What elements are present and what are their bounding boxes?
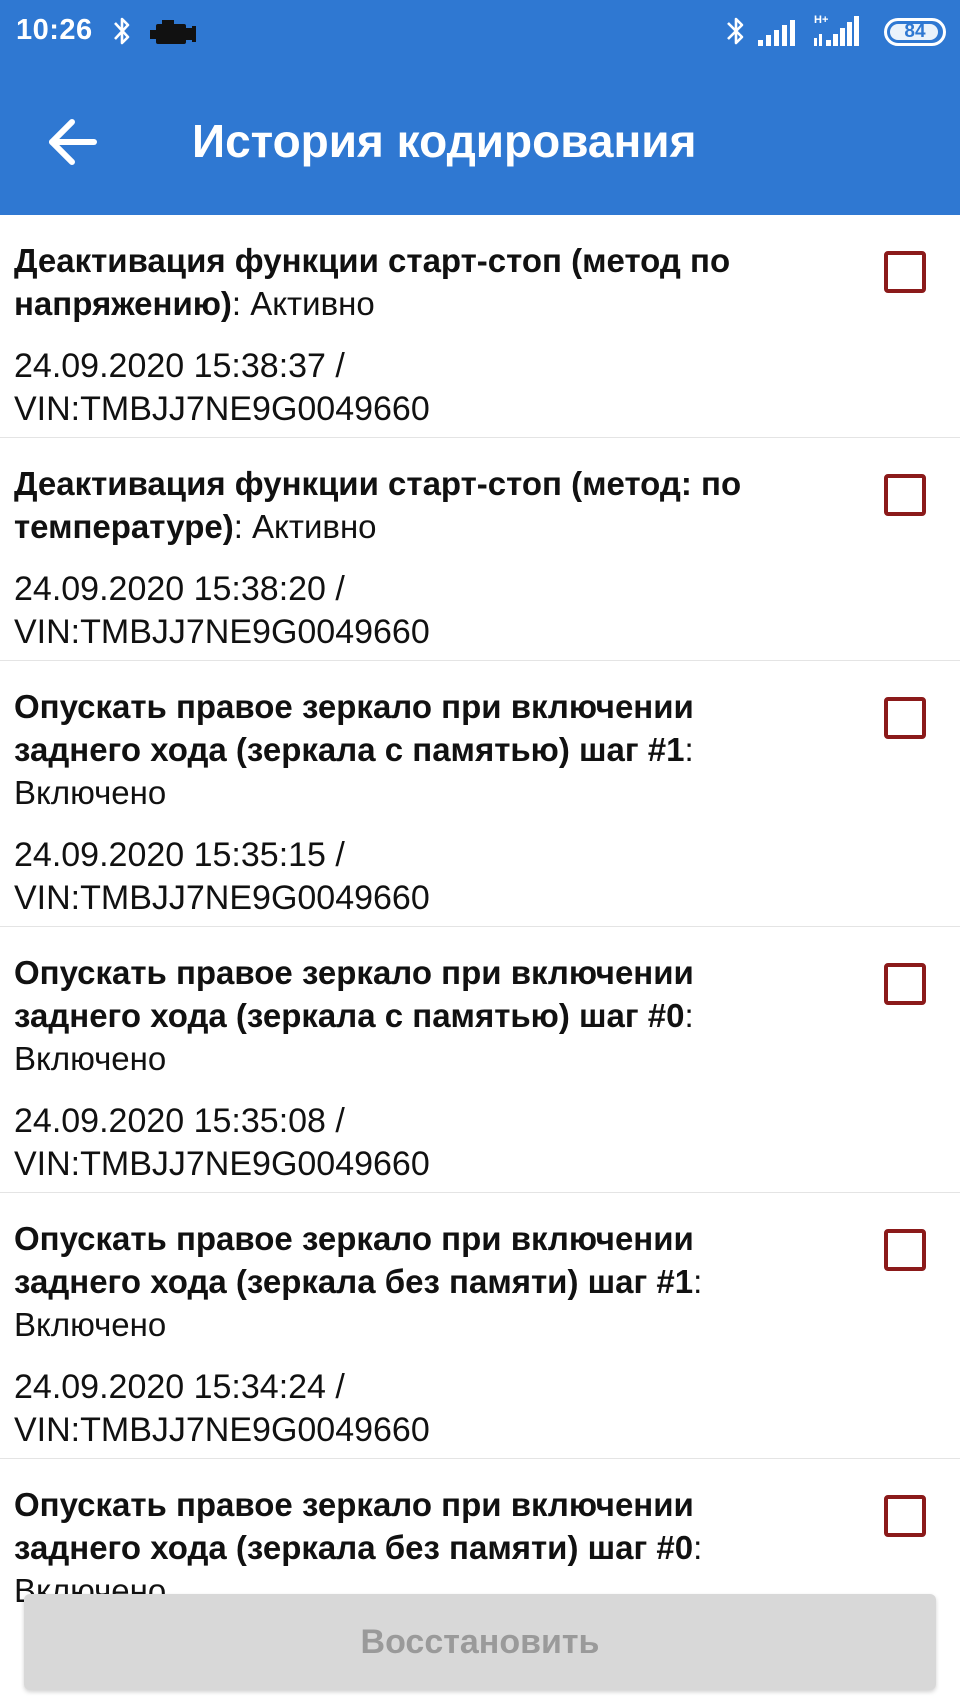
item-checkbox[interactable]: [884, 474, 926, 516]
list-item[interactable]: Деактивация функции старт-стоп (метод по…: [0, 215, 960, 438]
svg-text:H+: H+: [814, 14, 828, 26]
item-title: Опускать правое зеркало при включении за…: [14, 951, 814, 1080]
item-status: : Активно: [231, 285, 375, 322]
list-item[interactable]: Опускать правое зеркало при включении за…: [0, 1459, 960, 1612]
item-meta: 24.09.2020 15:34:24 / VIN:TMBJJ7NE9G0049…: [14, 1366, 960, 1458]
bluetooth-icon: [114, 17, 130, 45]
item-status: : Активно: [233, 508, 377, 545]
item-timestamp: 24.09.2020 15:38:37 /: [14, 347, 345, 385]
battery-icon: 84: [884, 18, 946, 46]
item-timestamp: 24.09.2020 15:35:15 /: [14, 836, 345, 874]
item-meta: 24.09.2020 15:38:20 / VIN:TMBJJ7NE9G0049…: [14, 568, 960, 660]
coding-history-list: Деактивация функции старт-стоп (метод по…: [0, 215, 960, 1612]
item-meta: 24.09.2020 15:38:37 / VIN:TMBJJ7NE9G0049…: [14, 345, 960, 437]
list-item[interactable]: Опускать правое зеркало при включении за…: [0, 927, 960, 1193]
item-name: Опускать правое зеркало при включении за…: [14, 1220, 694, 1300]
app-bar: История кодирования: [0, 70, 960, 215]
battery-level: 84: [904, 21, 926, 42]
item-name: Опускать правое зеркало при включении за…: [14, 688, 694, 768]
item-checkbox[interactable]: [884, 1495, 926, 1537]
item-vin: VIN:TMBJJ7NE9G0049660: [14, 613, 430, 651]
bluetooth-icon: [727, 17, 744, 45]
status-bar: 10:26 H+ 84: [0, 0, 960, 70]
item-title: Опускать правое зеркало при включении за…: [14, 1483, 814, 1612]
item-title: Деактивация функции старт-стоп (метод: п…: [14, 462, 814, 548]
item-timestamp: 24.09.2020 15:34:24 /: [14, 1368, 345, 1406]
arrow-back-icon[interactable]: [38, 110, 108, 174]
signal-h-plus-icon: H+: [814, 14, 859, 46]
list-item[interactable]: Деактивация функции старт-стоп (метод: п…: [0, 438, 960, 661]
top-bar: 10:26 H+ 84 История кодирования: [0, 0, 960, 215]
item-checkbox[interactable]: [884, 1229, 926, 1271]
restore-button[interactable]: Восстановить: [24, 1594, 936, 1690]
item-checkbox[interactable]: [884, 697, 926, 739]
screen: 10:26 H+ 84 История кодирования Деактива…: [0, 0, 960, 1707]
item-timestamp: 24.09.2020 15:38:20 /: [14, 570, 345, 608]
item-meta: 24.09.2020 15:35:08 / VIN:TMBJJ7NE9G0049…: [14, 1100, 960, 1192]
item-timestamp: 24.09.2020 15:35:08 /: [14, 1102, 345, 1140]
item-vin: VIN:TMBJJ7NE9G0049660: [14, 879, 430, 917]
item-name: Опускать правое зеркало при включении за…: [14, 954, 694, 1034]
item-checkbox[interactable]: [884, 963, 926, 1005]
item-title: Опускать правое зеркало при включении за…: [14, 1217, 814, 1346]
item-vin: VIN:TMBJJ7NE9G0049660: [14, 1145, 430, 1183]
page-title: История кодирования: [192, 115, 697, 167]
engine-icon: [150, 20, 196, 44]
item-name: Деактивация функции старт-стоп (метод: п…: [14, 465, 742, 545]
status-time: 10:26: [16, 14, 93, 46]
item-title: Опускать правое зеркало при включении за…: [14, 685, 814, 814]
item-name: Опускать правое зеркало при включении за…: [14, 1486, 694, 1566]
list-item[interactable]: Опускать правое зеркало при включении за…: [0, 1193, 960, 1459]
item-vin: VIN:TMBJJ7NE9G0049660: [14, 390, 430, 428]
item-title: Деактивация функции старт-стоп (метод по…: [14, 239, 814, 325]
signal-icon: [758, 20, 795, 46]
list-item[interactable]: Опускать правое зеркало при включении за…: [0, 661, 960, 927]
item-checkbox[interactable]: [884, 251, 926, 293]
item-meta: 24.09.2020 15:35:15 / VIN:TMBJJ7NE9G0049…: [14, 834, 960, 926]
item-vin: VIN:TMBJJ7NE9G0049660: [14, 1411, 430, 1449]
